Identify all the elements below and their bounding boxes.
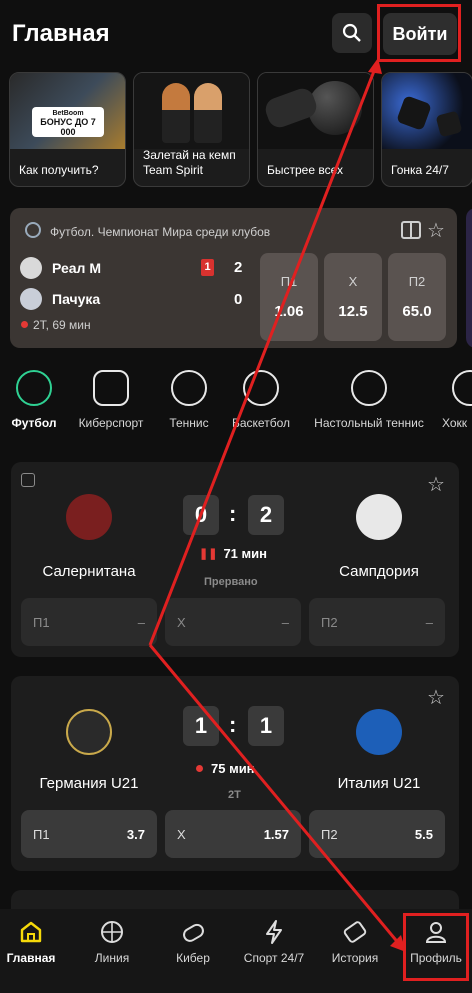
arrow-line <box>148 65 378 646</box>
arrow-head <box>368 58 382 74</box>
annotation-arrows <box>148 58 406 952</box>
arrow-line <box>148 644 402 946</box>
